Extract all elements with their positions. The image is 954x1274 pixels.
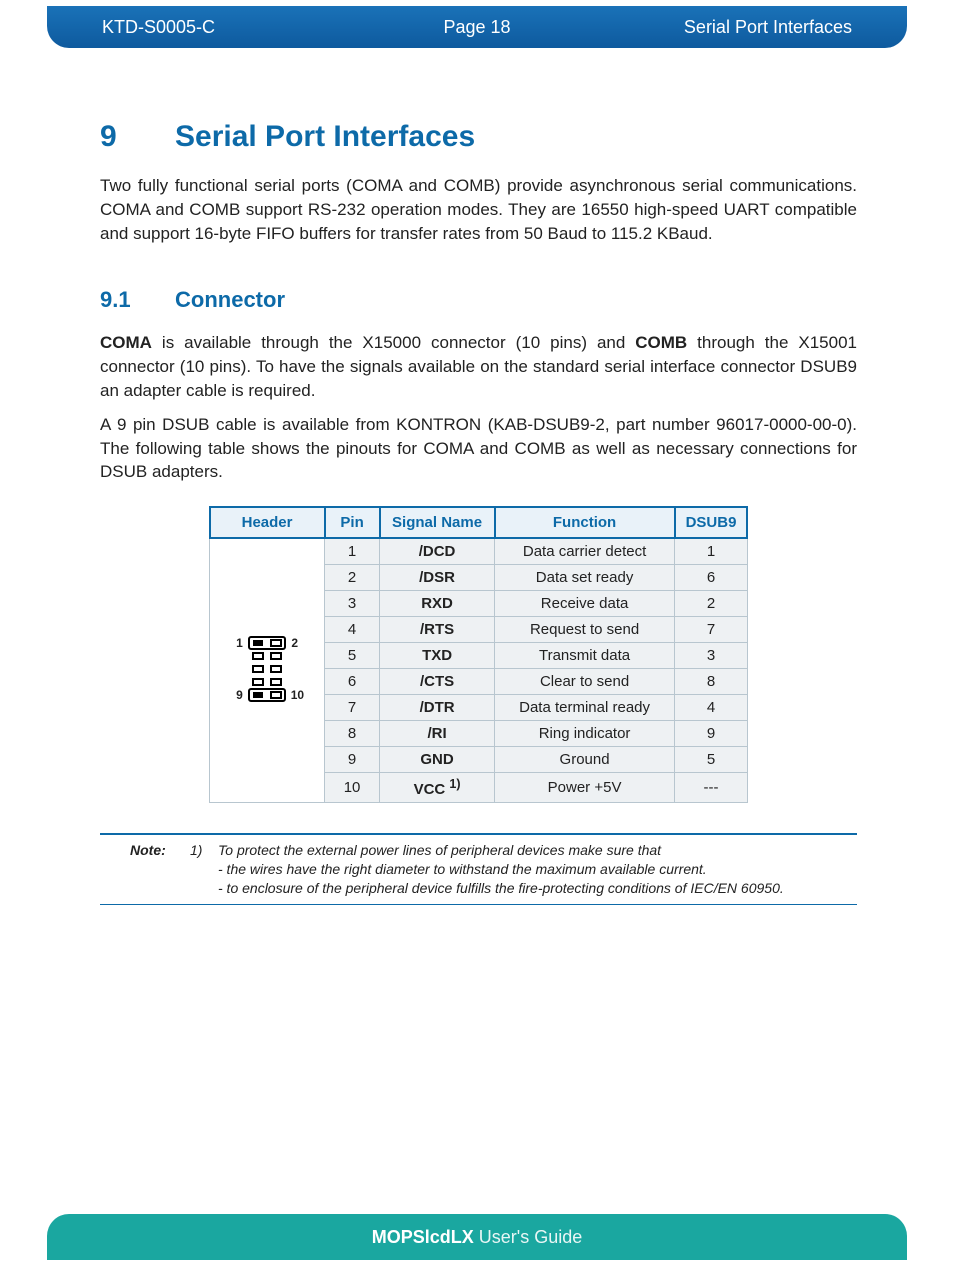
header-diagram-cell: 1 2 9 10 bbox=[210, 538, 325, 803]
cell-function: Data terminal ready bbox=[495, 695, 675, 721]
section-number: 9.1 bbox=[100, 287, 175, 313]
cell-signal: /RI bbox=[380, 721, 495, 747]
cell-pin: 5 bbox=[325, 643, 380, 669]
th-header: Header bbox=[210, 507, 325, 538]
note-divider-bottom bbox=[100, 904, 857, 905]
note-number: 1) bbox=[190, 841, 218, 898]
chapter-heading: 9Serial Port Interfaces bbox=[100, 120, 857, 154]
cell-pin: 2 bbox=[325, 565, 380, 591]
cell-pin: 1 bbox=[325, 538, 380, 565]
cell-signal: VCC 1) bbox=[380, 773, 495, 803]
cell-signal: /DSR bbox=[380, 565, 495, 591]
table-row: 129101/DCDData carrier detect1 bbox=[210, 538, 748, 565]
th-function: Function bbox=[495, 507, 675, 538]
page-header-bar: KTD-S0005-C Page 18 Serial Port Interfac… bbox=[47, 6, 907, 48]
note-line-2: - the wires have the right diameter to w… bbox=[218, 860, 784, 879]
cell-function: Data carrier detect bbox=[495, 538, 675, 565]
coma-label: COMA bbox=[100, 333, 152, 352]
cell-signal: TXD bbox=[380, 643, 495, 669]
footnote: Note: 1) To protect the external power l… bbox=[100, 835, 857, 904]
chapter-intro: Two fully functional serial ports (COMA … bbox=[100, 174, 857, 245]
cell-dsub: 8 bbox=[675, 669, 748, 695]
cell-pin: 7 bbox=[325, 695, 380, 721]
footer-product: MOPSlcdLX bbox=[372, 1227, 474, 1247]
cell-signal: /CTS bbox=[380, 669, 495, 695]
cell-dsub: 6 bbox=[675, 565, 748, 591]
note-label: Note: bbox=[130, 841, 190, 898]
th-signal: Signal Name bbox=[380, 507, 495, 538]
th-dsub: DSUB9 bbox=[675, 507, 748, 538]
th-pin: Pin bbox=[325, 507, 380, 538]
cell-function: Data set ready bbox=[495, 565, 675, 591]
page-footer-bar: MOPSlcdLX User's Guide bbox=[47, 1214, 907, 1260]
cell-dsub: --- bbox=[675, 773, 748, 803]
cell-function: Ground bbox=[495, 747, 675, 773]
section-title: Connector bbox=[175, 287, 285, 312]
cell-dsub: 1 bbox=[675, 538, 748, 565]
cell-pin: 10 bbox=[325, 773, 380, 803]
cell-function: Transmit data bbox=[495, 643, 675, 669]
diag-label-9: 9 bbox=[236, 688, 243, 702]
cell-dsub: 9 bbox=[675, 721, 748, 747]
cell-signal: /DTR bbox=[380, 695, 495, 721]
chapter-number: 9 bbox=[100, 120, 175, 154]
cell-pin: 6 bbox=[325, 669, 380, 695]
cell-pin: 3 bbox=[325, 591, 380, 617]
cell-dsub: 2 bbox=[675, 591, 748, 617]
note-line-3: - to enclosure of the peripheral device … bbox=[218, 879, 784, 898]
cell-signal: GND bbox=[380, 747, 495, 773]
cell-pin: 8 bbox=[325, 721, 380, 747]
note-line-1: To protect the external power lines of p… bbox=[218, 841, 784, 860]
cell-signal: /DCD bbox=[380, 538, 495, 565]
table-header-row: Header Pin Signal Name Function DSUB9 bbox=[210, 507, 748, 538]
cell-function: Receive data bbox=[495, 591, 675, 617]
section-heading: 9.1Connector bbox=[100, 287, 857, 313]
p1-text-a: is available through the X15000 connecto… bbox=[152, 333, 635, 352]
cell-pin: 9 bbox=[325, 747, 380, 773]
section-name: Serial Port Interfaces bbox=[602, 17, 852, 38]
cell-function: Clear to send bbox=[495, 669, 675, 695]
doc-id: KTD-S0005-C bbox=[102, 17, 352, 38]
diag-label-1: 1 bbox=[236, 636, 243, 650]
comb-label: COMB bbox=[635, 333, 687, 352]
pinout-table: Header Pin Signal Name Function DSUB9 12… bbox=[209, 506, 749, 803]
cell-function: Request to send bbox=[495, 617, 675, 643]
connector-paragraph-1: COMA is available through the X15000 con… bbox=[100, 331, 857, 402]
cell-dsub: 5 bbox=[675, 747, 748, 773]
cell-function: Power +5V bbox=[495, 773, 675, 803]
connector-paragraph-2: A 9 pin DSUB cable is available from KON… bbox=[100, 413, 857, 484]
page-number: Page 18 bbox=[352, 17, 602, 38]
chapter-title: Serial Port Interfaces bbox=[175, 120, 475, 153]
footer-rest: User's Guide bbox=[474, 1227, 582, 1247]
cell-dsub: 7 bbox=[675, 617, 748, 643]
diag-label-10: 10 bbox=[291, 688, 304, 702]
cell-dsub: 4 bbox=[675, 695, 748, 721]
cell-signal: RXD bbox=[380, 591, 495, 617]
header-pin-diagram-icon: 12910 bbox=[246, 634, 288, 704]
cell-signal: /RTS bbox=[380, 617, 495, 643]
cell-function: Ring indicator bbox=[495, 721, 675, 747]
page-content: 9Serial Port Interfaces Two fully functi… bbox=[100, 120, 857, 905]
cell-pin: 4 bbox=[325, 617, 380, 643]
diag-label-2: 2 bbox=[291, 636, 298, 650]
cell-dsub: 3 bbox=[675, 643, 748, 669]
note-text: To protect the external power lines of p… bbox=[218, 841, 784, 898]
